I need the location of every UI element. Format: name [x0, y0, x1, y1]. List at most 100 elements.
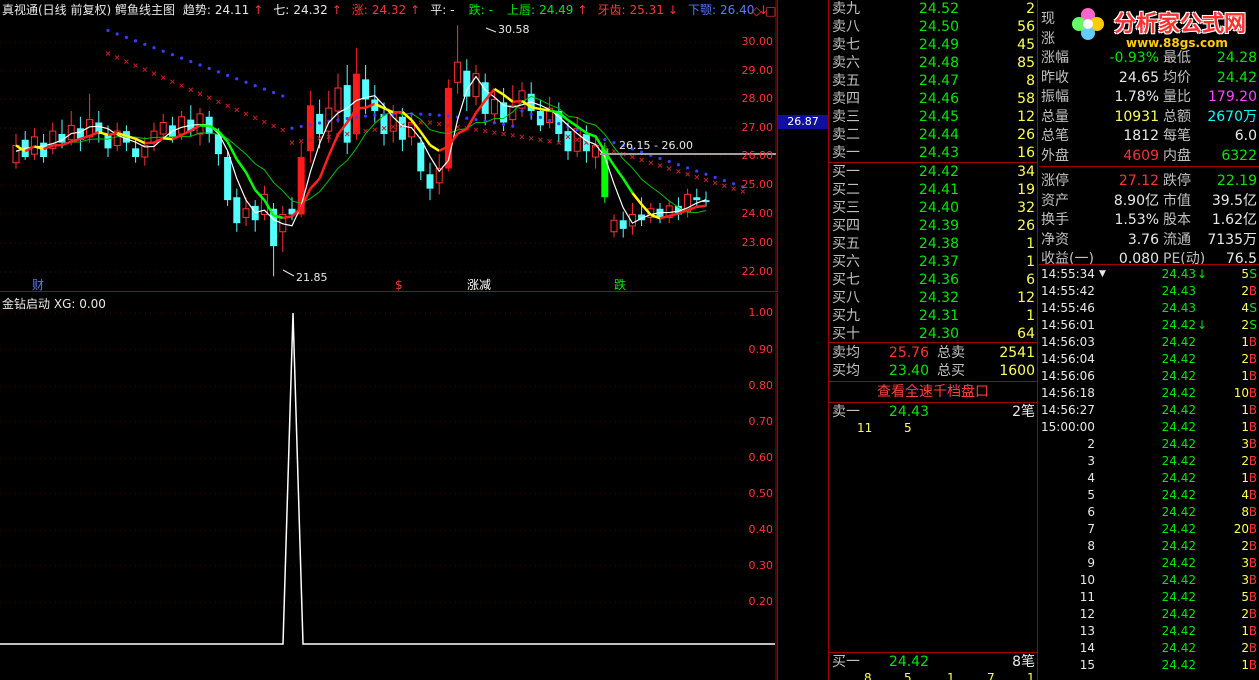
stat-label: 流通 — [1163, 231, 1191, 248]
ask-row[interactable]: 卖三 24.45 12 — [829, 108, 1039, 126]
teeth-cross — [289, 140, 295, 145]
tick-row[interactable]: 14 24.42 2 B — [1039, 640, 1259, 657]
sub-indicator-canvas[interactable] — [0, 293, 778, 680]
tick-row[interactable]: 12 24.42 2 B — [1039, 606, 1259, 623]
tick-row[interactable]: 3 24.42 2 B — [1039, 453, 1259, 470]
tick-row[interactable]: 9 24.42 3 B — [1039, 555, 1259, 572]
tick-row[interactable]: 11 24.42 5 B — [1039, 589, 1259, 606]
stat-value: 1.53% — [1114, 212, 1159, 228]
teeth-cross — [372, 127, 378, 133]
maximize-icon[interactable]: □ — [765, 4, 776, 18]
y-tick-label: 0.80 — [748, 379, 774, 392]
tick-direction: B — [1248, 420, 1257, 434]
chart-title: 真视通(日线 前复权) 鳄鱼线主图 — [2, 3, 175, 17]
tick-price: 24.42 — [1161, 352, 1196, 366]
trend-line-segment — [429, 143, 440, 152]
indicator-values: 趋势: 24.11 ↑ 七: 24.32 ↑ 涨: 24.32 ↑ 平: - 跌: - 上唇: 24.49 ↑… — [183, 3, 779, 17]
y-tick-label: 0.20 — [748, 595, 774, 608]
tick-row[interactable]: 14:56:03 24.42 1 B — [1039, 334, 1259, 351]
ask-price: 24.49 — [918, 37, 959, 53]
bid-volume: 1 — [1026, 236, 1035, 252]
tick-row[interactable]: 10 24.42 3 B — [1039, 572, 1259, 589]
stat-label: 总量 — [1041, 108, 1069, 125]
y-tick-label: 26.00 — [741, 149, 774, 162]
teeth-cross — [694, 174, 700, 180]
tick-time: 14:55:46 — [1041, 301, 1095, 315]
tick-row[interactable]: 14:55:42 24.43 2 B — [1039, 283, 1259, 300]
ask-row[interactable]: 卖一 24.43 16 — [829, 144, 1039, 162]
bid-row[interactable]: 买六 24.37 1 — [829, 253, 1039, 271]
trend-line-segment — [282, 215, 293, 220]
tick-row[interactable]: 2 24.42 3 B — [1039, 436, 1259, 453]
bid-row[interactable]: 买十 24.30 64 — [829, 325, 1039, 343]
tick-row[interactable]: 14:56:27 24.42 1 B — [1039, 402, 1259, 419]
tick-time: 11 — [1079, 590, 1095, 604]
jaw-dot — [262, 87, 266, 91]
tick-row[interactable]: 14:55:34 ▼ 24.43 ↓ 5 S — [1039, 266, 1259, 283]
restore-icon[interactable]: ◇ — [752, 4, 761, 18]
teeth-cross — [630, 154, 635, 160]
indicator-arrow-icon: ↑ — [331, 3, 342, 17]
tick-row[interactable]: 7 24.42 20 B — [1039, 521, 1259, 538]
bid-row[interactable]: 买一 24.42 34 — [829, 163, 1039, 181]
bid-row[interactable]: 买二 24.41 19 — [829, 181, 1039, 199]
sub-indicator-chart[interactable]: 金钻启动 XG: 0.00 1.00 0.90 0.80 0.70 0.60 0.50 0.… — [0, 293, 778, 680]
divider — [829, 342, 1037, 343]
tick-row[interactable]: 14:56:18 24.42 10 B — [1039, 385, 1259, 402]
bid-row[interactable]: 买五 24.38 1 — [829, 235, 1039, 253]
tick-row[interactable]: 14:55:46 24.43 4 S — [1039, 300, 1259, 317]
tick-row[interactable]: 14:56:06 24.42 1 B — [1039, 368, 1259, 385]
tick-row[interactable]: 15 24.42 1 B — [1039, 657, 1259, 674]
tick-row[interactable]: 14:56:01 24.42 ↓ 2 S — [1039, 317, 1259, 334]
kline-canvas[interactable]: 30.58 21.85 26.15 - 26.00 财 $ 涨减 跌 — [0, 0, 778, 292]
ask-volume: 58 — [1017, 91, 1035, 107]
ask-row[interactable]: 卖八 24.50 56 — [829, 18, 1039, 36]
ask-row[interactable]: 卖二 24.44 26 — [829, 126, 1039, 144]
indicator-value: 26.40 — [720, 3, 755, 17]
tick-row[interactable]: 14:56:04 24.42 2 B — [1039, 351, 1259, 368]
ask-row[interactable]: 卖六 24.48 85 — [829, 54, 1039, 72]
tick-row[interactable]: 4 24.42 1 B — [1039, 470, 1259, 487]
jaw-dot — [428, 112, 432, 117]
tick-row[interactable]: 13 24.42 1 B — [1039, 623, 1259, 640]
ask-label: 卖九 — [832, 1, 860, 17]
y-tick-label: 1.00 — [748, 306, 774, 319]
tick-volume: 10 — [1233, 386, 1249, 400]
window-controls[interactable]: ◇ □ — [752, 4, 776, 18]
tick-row[interactable]: 15:00:00 24.42 1 B — [1039, 419, 1259, 436]
teeth-cross — [611, 148, 617, 154]
tick-price: 24.42 — [1161, 641, 1196, 655]
candle-body — [463, 70, 471, 97]
bid-row[interactable]: 买三 24.40 32 — [829, 199, 1039, 217]
main-kline-chart[interactable]: 30.58 21.85 26.15 - 26.00 财 $ 涨减 跌 真视通(日线 前复权)… — [0, 0, 828, 292]
tick-direction: B — [1248, 454, 1257, 468]
ask-row[interactable]: 卖五 24.47 8 — [829, 72, 1039, 90]
jaw-dot — [281, 94, 285, 98]
stat-row: 净资 3.76 流通 7135万 — [1039, 231, 1259, 250]
tick-row[interactable]: 8 24.42 2 B — [1039, 538, 1259, 555]
ask-row[interactable]: 卖七 24.49 45 — [829, 36, 1039, 54]
stat-value: 2670万 — [1207, 108, 1257, 125]
candle-body — [233, 197, 241, 224]
tick-list-panel[interactable]: 14:55:34 ▼ 24.43 ↓ 5 S 14:55:42 24.43 2 B 14:55:46… — [1039, 264, 1259, 680]
indicator-label: 下颚: — [687, 3, 716, 17]
tick-row[interactable]: 6 24.42 8 B — [1039, 504, 1259, 521]
y-tick-label: 29.00 — [741, 64, 774, 77]
y-tick-label: 22.00 — [741, 265, 774, 278]
bid-row[interactable]: 买四 24.39 26 — [829, 217, 1039, 235]
bid-row[interactable]: 买七 24.36 6 — [829, 271, 1039, 289]
jaw-dot — [529, 112, 533, 116]
tick-direction: B — [1248, 437, 1257, 451]
jaw-dot — [364, 114, 368, 118]
ask-row[interactable]: 卖四 24.46 58 — [829, 90, 1039, 108]
tick-row[interactable]: 5 24.42 4 B — [1039, 487, 1259, 504]
bid-row[interactable]: 买九 24.31 1 — [829, 307, 1039, 325]
stat-row: 昨收 24.65 均价 24.42 — [1039, 69, 1259, 88]
jaw-dot — [124, 35, 128, 40]
ask-row[interactable]: 卖九 24.52 2 — [829, 0, 1039, 18]
full-depth-button[interactable]: 查看全速千档盘口 — [829, 382, 1037, 402]
candle-body — [610, 219, 618, 233]
y-tick-label: 30.00 — [741, 35, 774, 48]
bid-row[interactable]: 买八 24.32 12 — [829, 289, 1039, 307]
indicator-value: - — [488, 3, 494, 17]
